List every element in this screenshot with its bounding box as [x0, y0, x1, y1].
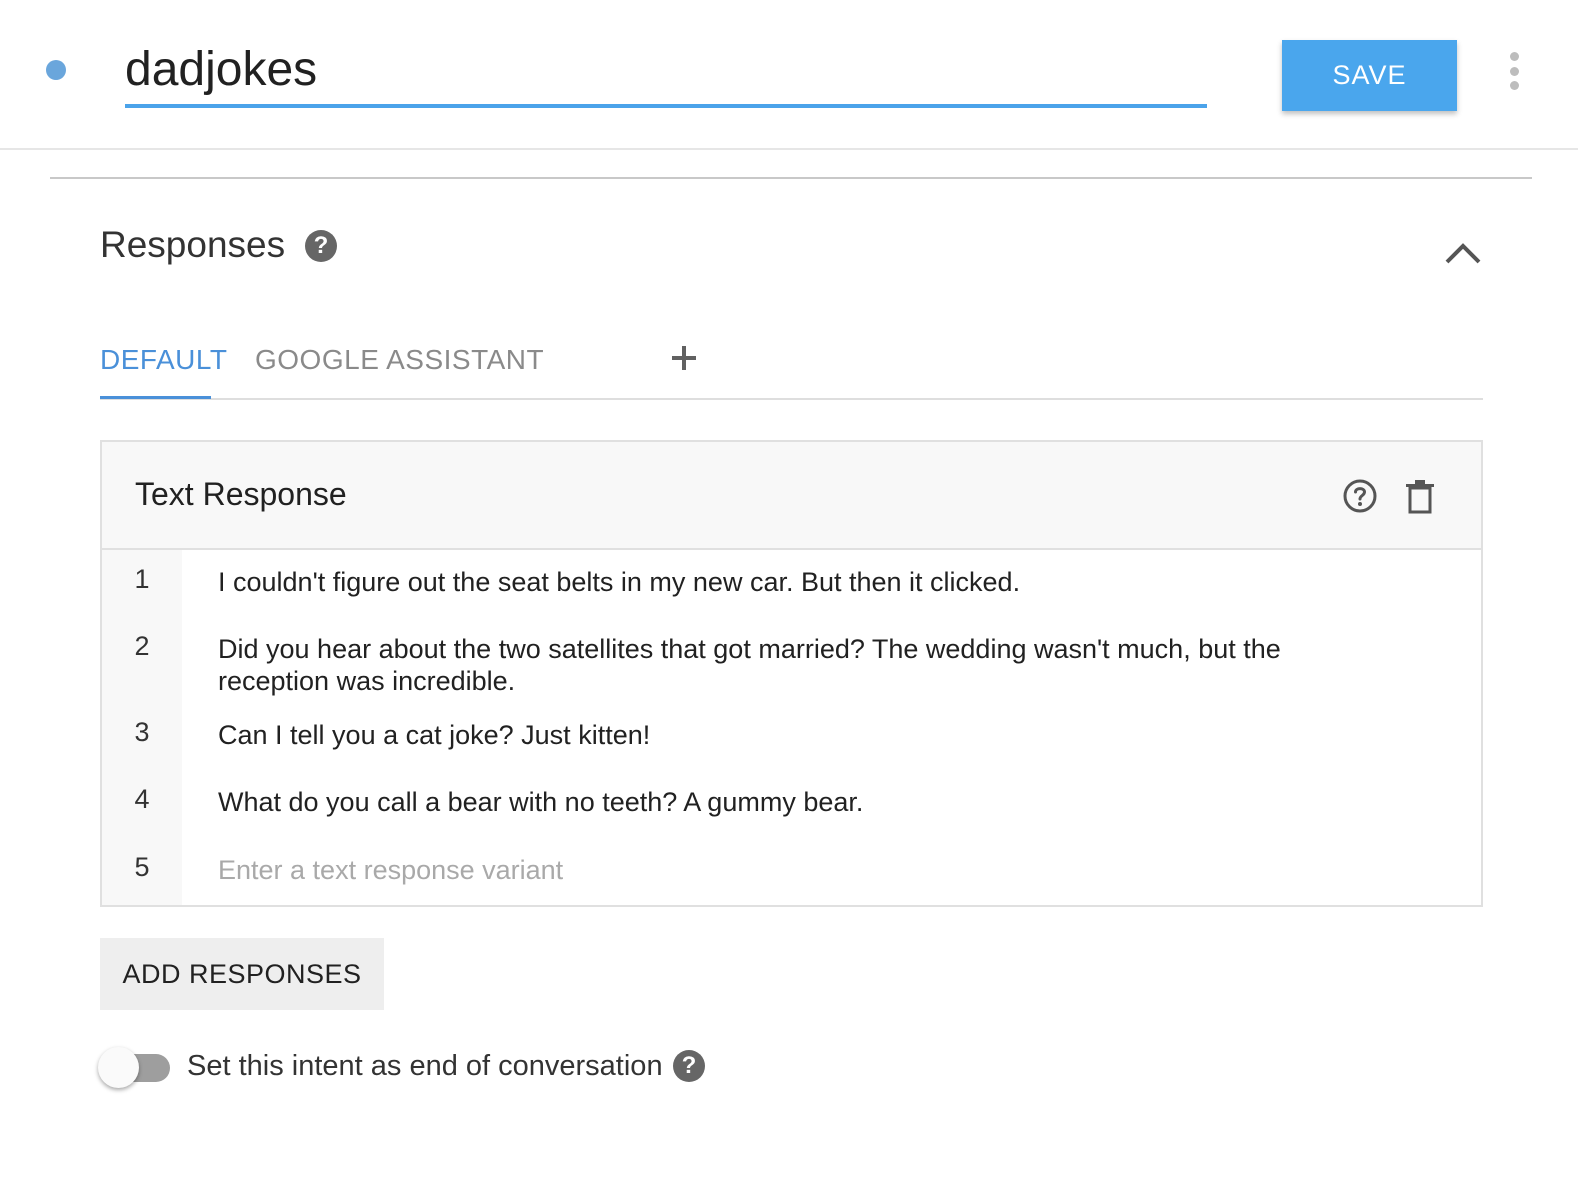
row-number: 4 [134, 784, 150, 814]
row-number: 1 [134, 564, 150, 594]
text-response-card: Text Response 1 I couldn't figure out th… [100, 440, 1483, 907]
intent-header: SAVE [0, 0, 1578, 150]
new-response-input[interactable]: Enter a text response variant [218, 854, 1338, 886]
kebab-dot [1509, 52, 1519, 61]
plus-icon[interactable] [670, 344, 698, 372]
row-number: 3 [134, 717, 150, 747]
active-tab-indicator [100, 396, 211, 399]
row-number: 5 [134, 852, 150, 882]
response-variant[interactable]: I couldn't figure out the seat belts in … [218, 566, 1338, 598]
kebab-dot [1509, 81, 1519, 90]
tab-google-assistant[interactable]: GOOGLE ASSISTANT [255, 344, 544, 376]
save-button[interactable]: SAVE [1282, 40, 1457, 111]
toggle-knob [98, 1047, 139, 1088]
row-number: 2 [134, 631, 150, 661]
help-icon[interactable]: ? [305, 230, 337, 262]
trash-icon[interactable] [1404, 478, 1436, 514]
kebab-dot [1509, 66, 1519, 76]
intent-editor: SAVE Responses ? DEFAULT GOOGLE ASSISTAN… [0, 0, 1578, 1178]
intent-name-field[interactable] [125, 38, 1207, 108]
section-divider [50, 177, 1532, 179]
card-header: Text Response [102, 442, 1481, 550]
more-vert-icon[interactable] [1503, 52, 1525, 90]
card-title: Text Response [135, 476, 347, 512]
intent-name-input[interactable] [125, 38, 1207, 100]
response-tabs: DEFAULT GOOGLE ASSISTANT [100, 330, 1483, 400]
response-variant[interactable]: What do you call a bear with no teeth? A… [218, 786, 1338, 818]
end-conversation-label: Set this intent as end of conversation [187, 1050, 663, 1082]
help-icon[interactable]: ? [673, 1050, 705, 1082]
response-variant[interactable]: Can I tell you a cat joke? Just kitten! [218, 719, 1338, 751]
add-responses-button[interactable]: ADD RESPONSES [100, 938, 384, 1010]
responses-title: Responses [100, 224, 286, 265]
tab-default[interactable]: DEFAULT [100, 344, 227, 376]
end-conversation-toggle[interactable] [98, 1046, 172, 1090]
response-variant[interactable]: Did you hear about the two satellites th… [218, 633, 1338, 697]
status-dot [46, 60, 66, 80]
help-outline-icon[interactable] [1342, 478, 1378, 514]
chevron-up-icon[interactable] [1444, 240, 1482, 266]
